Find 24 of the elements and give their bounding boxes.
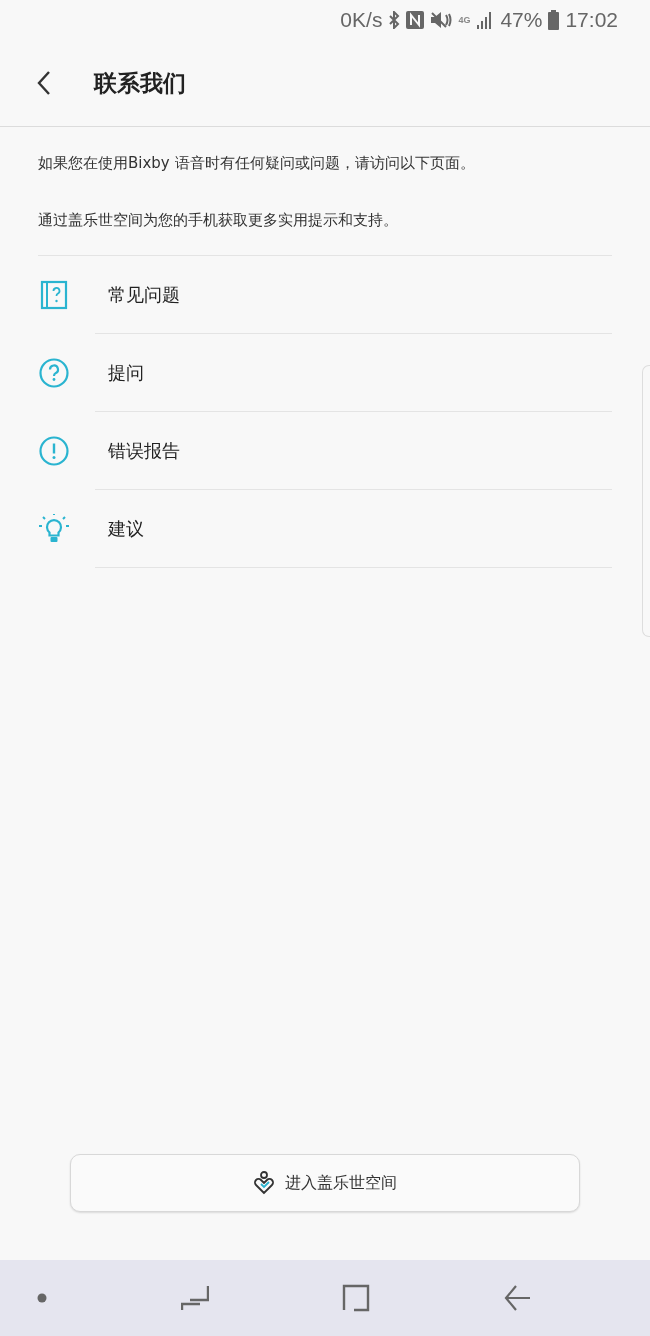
heart-person-icon: [253, 1171, 275, 1195]
enter-space-button[interactable]: 进入盖乐世空间: [70, 1154, 580, 1212]
help-item[interactable]: 错误报告: [108, 439, 180, 463]
battery-percent: 47%: [500, 8, 543, 32]
page-title: 联系我们: [94, 68, 186, 98]
help-item[interactable]: 提问: [108, 361, 144, 385]
help-item[interactable]: 常见问题: [108, 283, 180, 307]
network-speed: 0K/s: [340, 8, 383, 32]
intro-text: 如果您在使用Bixby 语音时有任何疑问或问题，请访问以下页面。: [38, 153, 476, 174]
intro-text: 通过盖乐世空间为您的手机获取更多实用提示和支持。: [38, 210, 399, 231]
lightbulb-icon: [38, 514, 70, 544]
mute-icon: [430, 11, 453, 29]
question-icon: [39, 358, 69, 388]
recent-apps-button[interactable]: [180, 1284, 209, 1312]
bluetooth-icon: [388, 11, 401, 29]
clock: 17:02: [565, 8, 618, 32]
dot-button[interactable]: [37, 1293, 47, 1303]
nfc-icon: [406, 11, 425, 29]
help-item[interactable]: 建议: [108, 517, 144, 541]
home-button[interactable]: [342, 1284, 371, 1312]
network-type: 4G: [458, 16, 471, 24]
exclamation-icon: [39, 436, 69, 466]
book-question-icon: [40, 280, 68, 310]
battery-icon: [548, 10, 560, 30]
